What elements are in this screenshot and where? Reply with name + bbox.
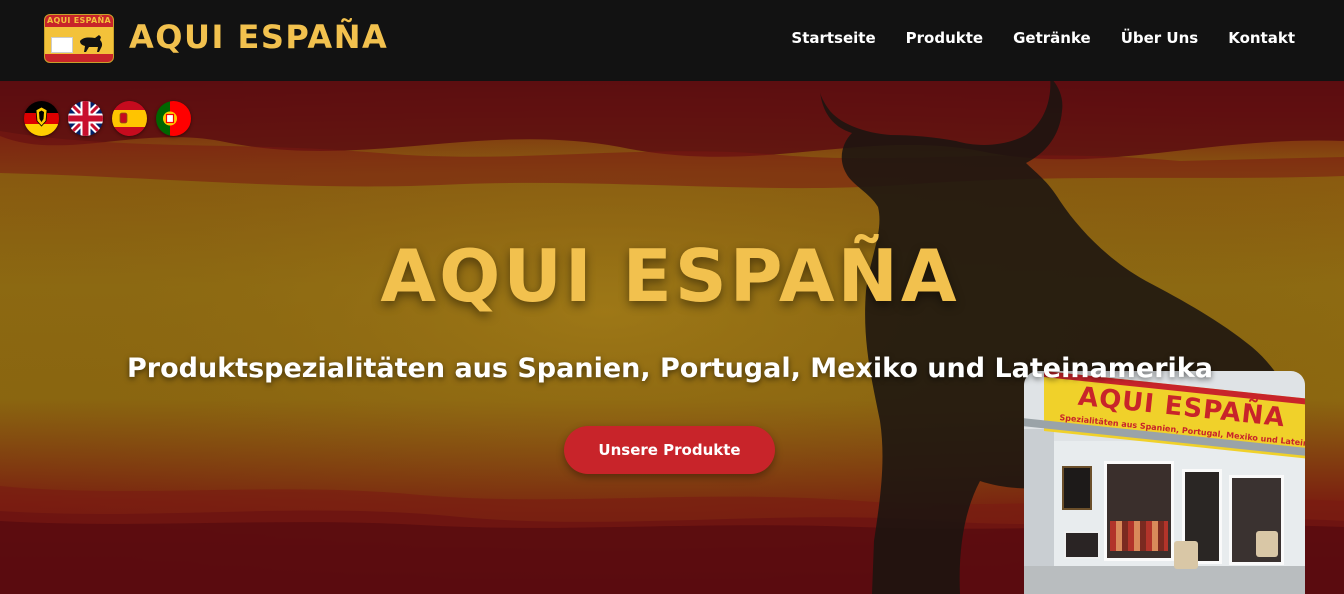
logo-panel <box>51 37 73 53</box>
products-button[interactable]: Unsere Produkte <box>564 426 775 474</box>
nav-getraenke[interactable]: Getränke <box>1013 28 1091 48</box>
germany-flag-icon[interactable] <box>24 101 59 136</box>
cafe-chair <box>1174 541 1198 569</box>
sidewalk <box>1024 566 1305 594</box>
logo[interactable]: AQUI ESPAÑA <box>44 14 114 63</box>
nav-kontakt[interactable]: Kontakt <box>1228 28 1295 48</box>
site-header: AQUI ESPAÑA AQUI ESPAÑA Startseite Produ… <box>0 0 1344 81</box>
product-shelf <box>1110 521 1168 551</box>
language-switcher <box>24 101 191 136</box>
poster-frame <box>1064 531 1100 559</box>
main-nav: Startseite Produkte Getränke Über Uns Ko… <box>791 28 1295 48</box>
portugal-flag-icon[interactable] <box>156 101 191 136</box>
cafe-chair <box>1256 531 1278 557</box>
hero-subtitle: Produktspezialitäten aus Spanien, Portug… <box>127 353 1213 384</box>
logo-band-bottom <box>45 54 113 62</box>
storefront-photo: AQUI ESPAÑA Spezialitäten aus Spanien, P… <box>1024 371 1305 594</box>
chalkboard <box>1062 466 1092 510</box>
bull-icon <box>80 35 103 52</box>
hero-section: AQUI ESPAÑA Produktspezialitäten aus Spa… <box>0 81 1344 594</box>
nav-ueber-uns[interactable]: Über Uns <box>1121 28 1199 48</box>
uk-flag-icon[interactable] <box>68 101 103 136</box>
nav-startseite[interactable]: Startseite <box>791 28 875 48</box>
brand-name[interactable]: AQUI ESPAÑA <box>129 17 388 57</box>
logo-text: AQUI ESPAÑA <box>47 16 111 25</box>
hero-title: AQUI ESPAÑA <box>380 234 960 318</box>
nav-produkte[interactable]: Produkte <box>906 28 983 48</box>
spain-flag-icon[interactable] <box>112 101 147 136</box>
